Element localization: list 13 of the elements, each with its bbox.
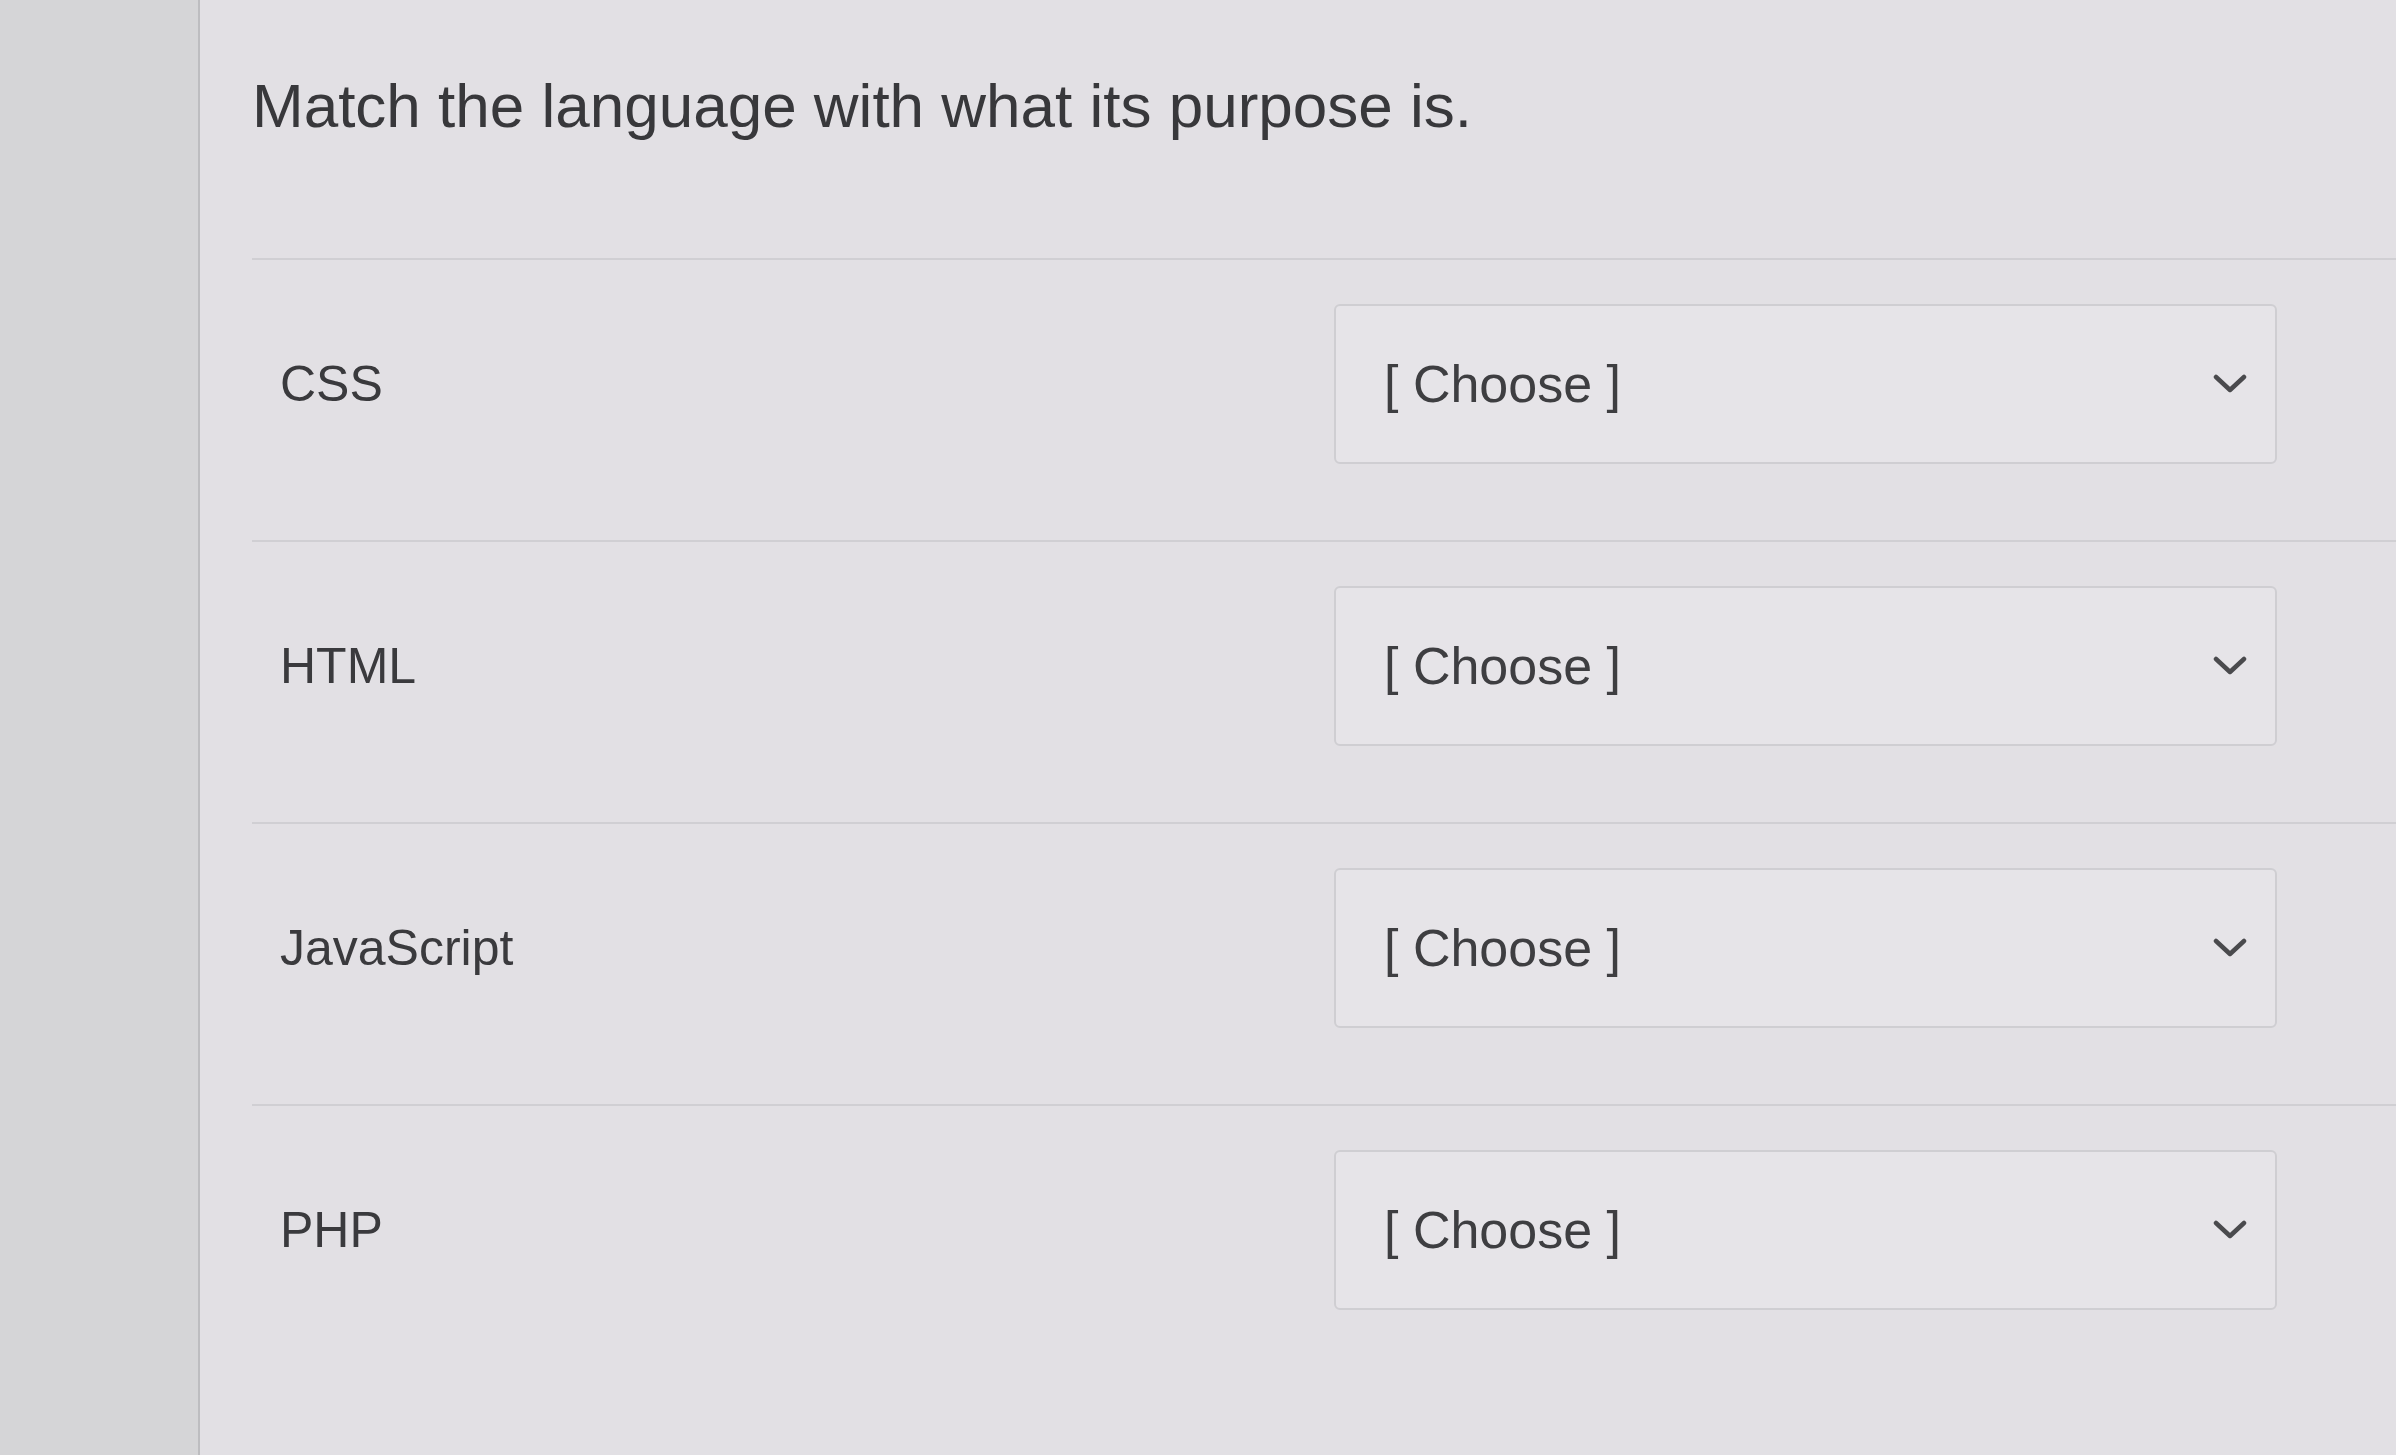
term-label: CSS [280, 356, 383, 412]
question-prompt: Match the language with what its purpose is. [252, 70, 1473, 142]
term-label: HTML [280, 638, 417, 694]
chevron-down-icon [2213, 374, 2247, 394]
answer-dropdown[interactable]: [ Choose ] [1334, 868, 2277, 1028]
answer-dropdown[interactable]: [ Choose ] [1334, 1150, 2277, 1310]
term-label: JavaScript [280, 920, 514, 976]
chevron-down-icon [2213, 938, 2247, 958]
chevron-down-icon [2213, 656, 2247, 676]
term-label: PHP [280, 1202, 383, 1258]
answer-dropdown[interactable]: [ Choose ] [1334, 304, 2277, 464]
chevron-down-icon [2213, 1220, 2247, 1240]
answer-dropdown[interactable]: [ Choose ] [1334, 586, 2277, 746]
